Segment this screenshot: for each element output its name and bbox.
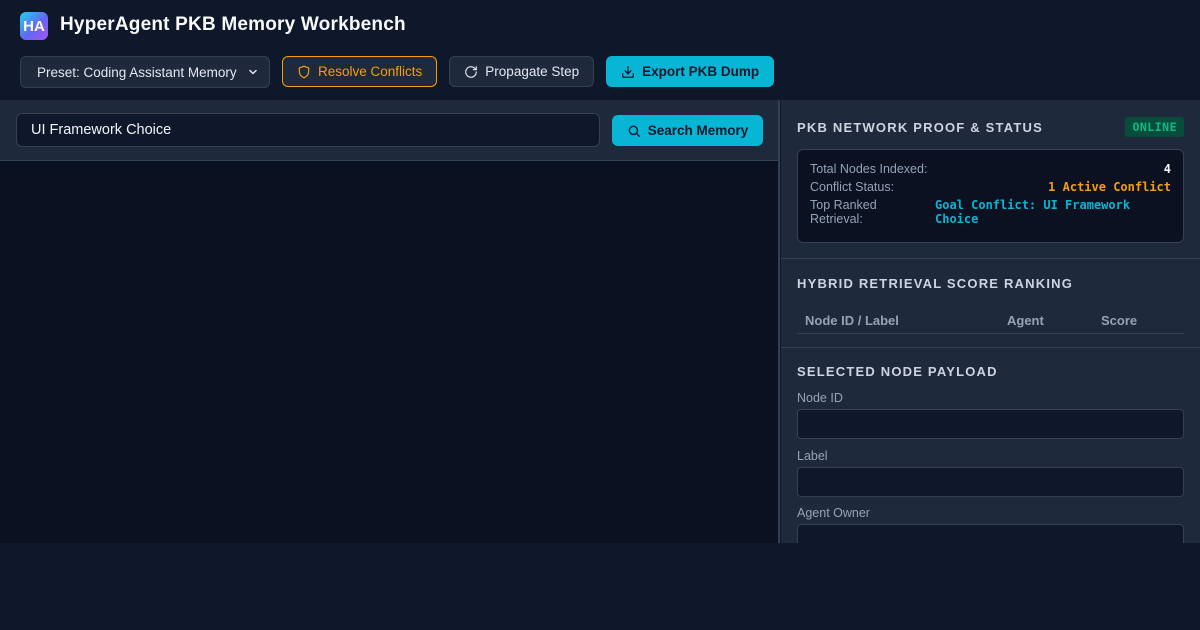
payload-section-title: SELECTED NODE PAYLOAD <box>797 364 998 379</box>
status-section: PKB NETWORK PROOF & STATUS ONLINE Total … <box>781 101 1200 259</box>
label-field[interactable] <box>797 467 1184 497</box>
app-header: HA HyperAgent PKB Memory Workbench Prese… <box>0 0 1200 100</box>
stats-box: Total Nodes Indexed: 4 Conflict Status: … <box>797 149 1184 243</box>
ranking-section-title: HYBRID RETRIEVAL SCORE RANKING <box>797 276 1074 291</box>
app-title: HyperAgent PKB Memory Workbench <box>60 14 406 35</box>
status-badge: ONLINE <box>1125 117 1184 137</box>
column-agent: Agent <box>1007 313 1044 328</box>
propagate-step-label: Propagate Step <box>485 64 580 79</box>
top-ranked-label: Top Ranked Retrieval: <box>810 198 877 226</box>
chevron-down-icon <box>247 66 259 78</box>
search-bar: UI Framework Choice Search Memory <box>0 101 778 161</box>
memory-graph-panel: UI Framework Choice Search Memory <box>0 100 780 543</box>
preset-selected-value: Preset: Coding Assistant Memory <box>37 64 237 80</box>
node-id-label: Node ID <box>797 391 843 405</box>
top-ranked-value: Goal Conflict: UI Framework Choice <box>935 198 1131 226</box>
app-logo: HA <box>20 12 48 40</box>
node-id-field[interactable] <box>797 409 1184 439</box>
column-node-label: Node ID / Label <box>805 313 899 328</box>
ranking-table-header: Node ID / Label Agent Score <box>797 306 1184 334</box>
resolve-conflicts-label: Resolve Conflicts <box>318 64 423 79</box>
search-memory-button[interactable]: Search Memory <box>612 115 763 146</box>
download-icon <box>621 65 635 79</box>
resolve-conflicts-button[interactable]: Resolve Conflicts <box>282 56 438 87</box>
search-input[interactable]: UI Framework Choice <box>16 113 600 147</box>
propagate-step-button[interactable]: Propagate Step <box>449 56 595 87</box>
export-pkb-button[interactable]: Export PKB Dump <box>606 56 775 87</box>
total-nodes-value: 4 <box>1163 162 1171 176</box>
ranking-section: HYBRID RETRIEVAL SCORE RANKING Node ID /… <box>781 259 1200 348</box>
column-score: Score <box>1101 313 1138 328</box>
inspector-panel: PKB NETWORK PROOF & STATUS ONLINE Total … <box>781 100 1200 543</box>
status-section-title: PKB NETWORK PROOF & STATUS <box>797 120 1043 135</box>
export-pkb-label: Export PKB Dump <box>642 64 760 79</box>
search-icon <box>627 124 641 138</box>
payload-section: SELECTED NODE PAYLOAD Node ID Label Agen… <box>781 348 1200 543</box>
agent-owner-field[interactable] <box>797 524 1184 543</box>
shield-icon <box>297 65 311 79</box>
label-field-label: Label <box>797 449 828 463</box>
toolbar: Preset: Coding Assistant Memory Resolve … <box>20 56 775 88</box>
graph-canvas[interactable] <box>0 161 778 544</box>
conflict-status-label: Conflict Status: <box>810 180 895 194</box>
agent-owner-label: Agent Owner <box>797 506 870 520</box>
refresh-icon <box>464 65 478 79</box>
preset-select[interactable]: Preset: Coding Assistant Memory <box>20 56 270 88</box>
conflict-status-value: 1 Active Conflict <box>1048 180 1171 194</box>
search-memory-label: Search Memory <box>647 123 749 138</box>
total-nodes-label: Total Nodes Indexed: <box>810 162 928 176</box>
